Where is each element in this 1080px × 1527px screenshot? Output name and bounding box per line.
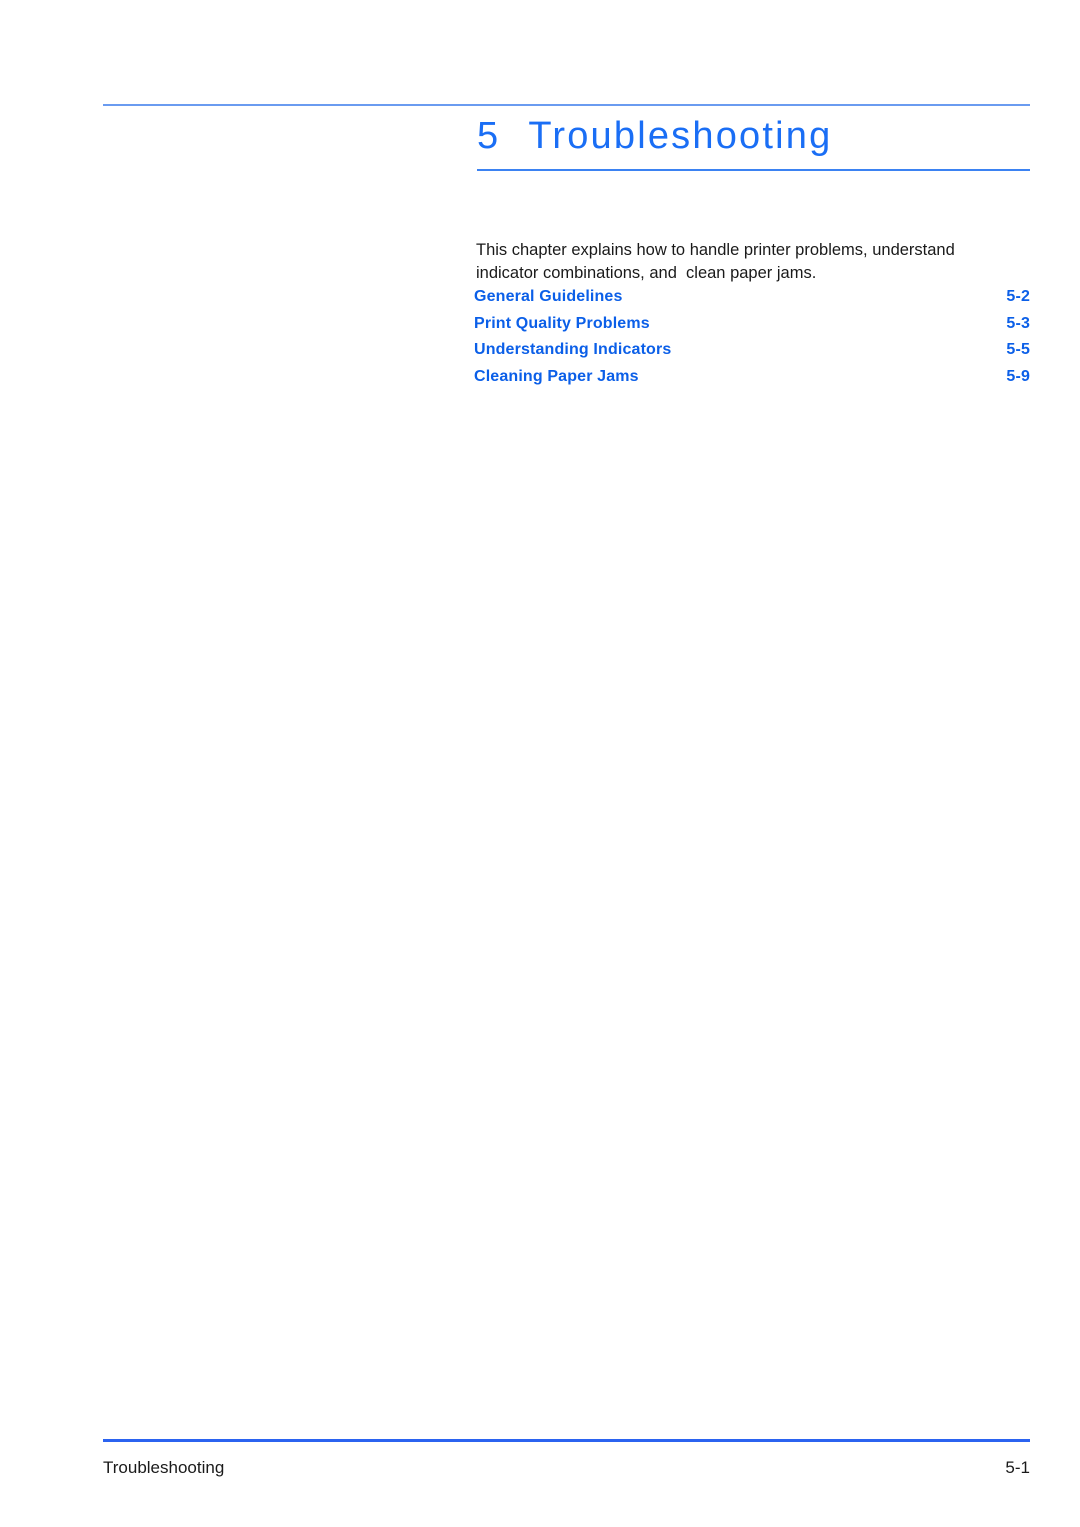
intro-paragraph: This chapter explains how to handle prin… [476,240,960,283]
header-rule-top [103,104,1030,106]
chapter-title-text: Troubleshooting [528,115,833,157]
footer-page-number: 5-1 [1005,1458,1030,1477]
toc-entry-label: Cleaning Paper Jams [474,367,639,385]
toc-entry-label: Understanding Indicators [474,341,672,358]
toc-entry-page: 5-2 [1006,288,1030,305]
toc-entry-page: 5-3 [1006,314,1030,332]
footer-rule [103,1439,1030,1442]
document-page: 5 Troubleshooting This chapter explains … [0,0,1080,1527]
toc-entry-page: 5-5 [1006,341,1030,358]
chapter-number: 5 [477,115,501,157]
page-title: 5 Troubleshooting [477,112,832,164]
toc-entry-general-guidelines[interactable]: General Guidelines 5-2 [474,288,1030,315]
footer-chapter-label: Troubleshooting [103,1458,225,1477]
toc-entry-print-quality-problems[interactable]: Print Quality Problems 5-3 [474,315,1030,342]
header-rule-under-title [477,169,1030,171]
toc-entry-label: Print Quality Problems [474,314,650,332]
toc-entry-label: General Guidelines [474,288,623,305]
page-footer: Troubleshooting 5-1 [103,1458,1030,1478]
toc-entry-understanding-indicators[interactable]: Understanding Indicators 5-5 [474,341,1030,368]
toc-entry-page: 5-9 [1006,367,1030,385]
chapter-contents-list: General Guidelines 5-2 Print Quality Pro… [474,288,1030,394]
toc-entry-cleaning-paper-jams[interactable]: Cleaning Paper Jams 5-9 [474,368,1030,395]
